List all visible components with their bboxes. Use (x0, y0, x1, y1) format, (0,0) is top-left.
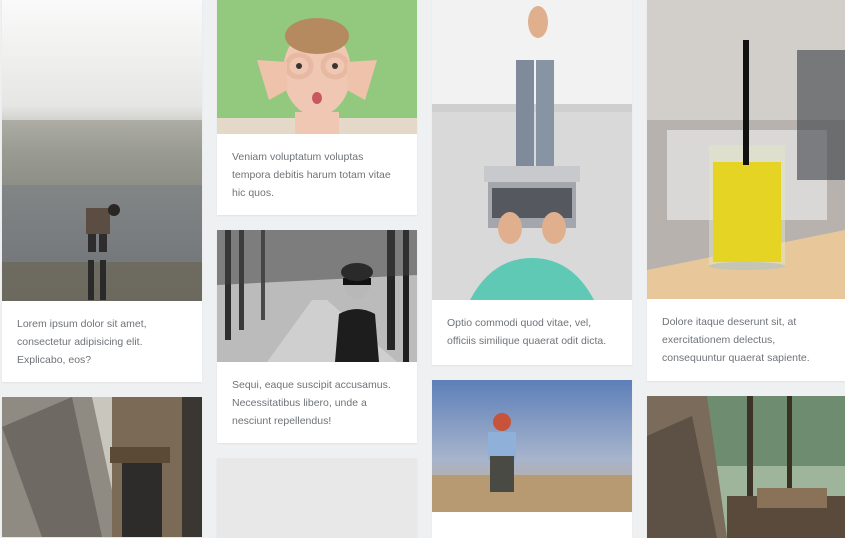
card-image-goggles[interactable] (217, 0, 417, 134)
card-image-laptop[interactable] (432, 0, 632, 300)
card-image-lake[interactable] (2, 0, 202, 301)
photo-card-laptop[interactable]: Optio commodi quod vitae, vel, officiis … (432, 0, 632, 365)
card-image-juice[interactable] (647, 0, 845, 299)
photo-card-forest[interactable]: Sequi, eaque suscipit accusamus. Necessi… (217, 230, 417, 443)
card-caption: Lorem ipsum dolor sit amet, consectetur … (17, 318, 147, 366)
photo-card-backpack[interactable] (432, 380, 632, 538)
card-caption: Sequi, eaque suscipit accusamus. Necessi… (232, 379, 391, 427)
card-image-wood[interactable] (647, 396, 845, 538)
card-caption: Dolore itaque deserunt sit, at exercitat… (662, 316, 810, 364)
photo-card-goggles[interactable]: Veniam voluptatum voluptas tempora debit… (217, 0, 417, 215)
card-image-backpack[interactable] (432, 380, 632, 512)
photo-card-grey[interactable] (217, 458, 417, 538)
card-image-forest[interactable] (217, 230, 417, 362)
card-caption: Veniam voluptatum voluptas tempora debit… (232, 151, 391, 199)
photo-card-lake[interactable]: Lorem ipsum dolor sit amet, consectetur … (2, 0, 202, 382)
photo-card-worker[interactable] (2, 397, 202, 537)
photo-card-wood[interactable] (647, 396, 845, 538)
card-image-grey[interactable] (217, 458, 417, 538)
photo-card-juice[interactable]: Dolore itaque deserunt sit, at exercitat… (647, 0, 845, 381)
card-caption: Optio commodi quod vitae, vel, officiis … (447, 317, 607, 347)
card-image-worker[interactable] (2, 397, 202, 537)
